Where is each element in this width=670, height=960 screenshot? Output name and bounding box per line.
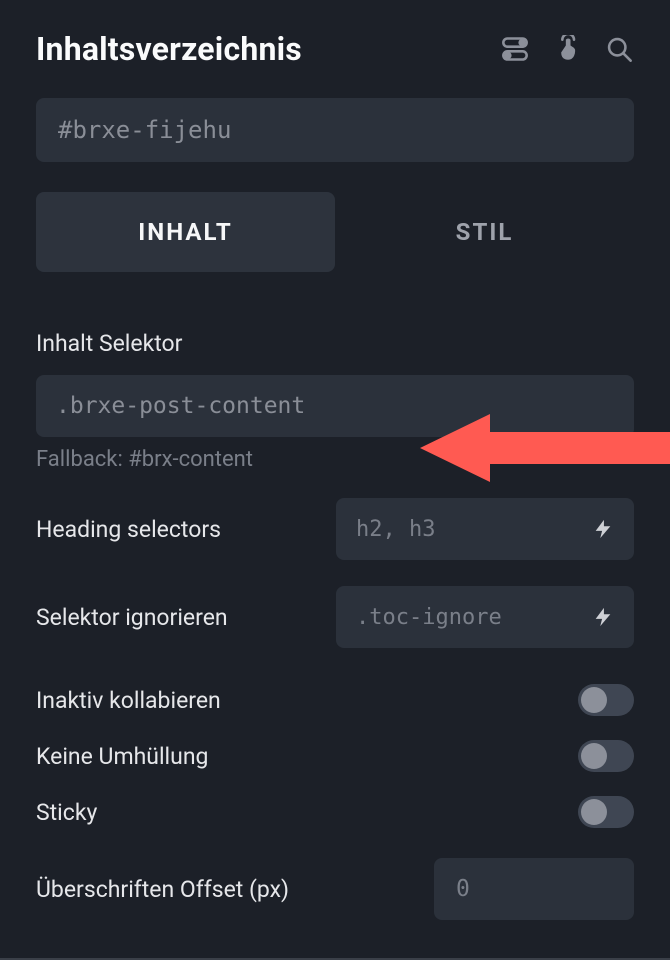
tab-content[interactable]: INHALT (36, 192, 335, 272)
content-selector-label: Inhalt Selektor (36, 330, 634, 357)
toggle-icon[interactable] (500, 34, 530, 64)
ignore-selector-placeholder: .toc-ignore (356, 605, 592, 630)
heading-selectors-input[interactable]: h2, h3 (336, 498, 634, 560)
sticky-label: Sticky (36, 799, 97, 826)
offset-input[interactable]: 0 (434, 858, 634, 920)
collapse-toggle[interactable] (578, 684, 634, 716)
content-selector-fallback: Fallback: #brx-content (36, 447, 634, 472)
header-icons (500, 34, 634, 64)
sticky-toggle[interactable] (578, 796, 634, 828)
bolt-icon[interactable] (592, 606, 614, 628)
ignore-selector-input[interactable]: .toc-ignore (336, 586, 634, 648)
page-title: Inhaltsverzeichnis (36, 30, 302, 68)
search-icon[interactable] (604, 34, 634, 64)
content-selector-input[interactable]: .brxe-post-content (36, 375, 634, 437)
tab-style[interactable]: STIL (335, 192, 634, 272)
element-id-input[interactable]: #brxe-fijehu (36, 98, 634, 162)
tabs: INHALT STIL (36, 192, 634, 272)
nowrap-label: Keine Umhüllung (36, 743, 208, 770)
offset-placeholder: 0 (456, 876, 612, 902)
heading-selectors-placeholder: h2, h3 (356, 517, 592, 542)
element-id-value: #brxe-fijehu (58, 116, 231, 144)
collapse-label: Inaktiv kollabieren (36, 687, 221, 714)
content-selector-value: .brxe-post-content (56, 393, 614, 419)
nowrap-toggle[interactable] (578, 740, 634, 772)
bolt-icon[interactable] (592, 518, 614, 540)
ignore-selector-label: Selektor ignorieren (36, 604, 228, 631)
offset-label: Überschriften Offset (px) (36, 876, 289, 903)
heading-selectors-label: Heading selectors (36, 516, 221, 543)
interaction-icon[interactable] (552, 34, 582, 64)
